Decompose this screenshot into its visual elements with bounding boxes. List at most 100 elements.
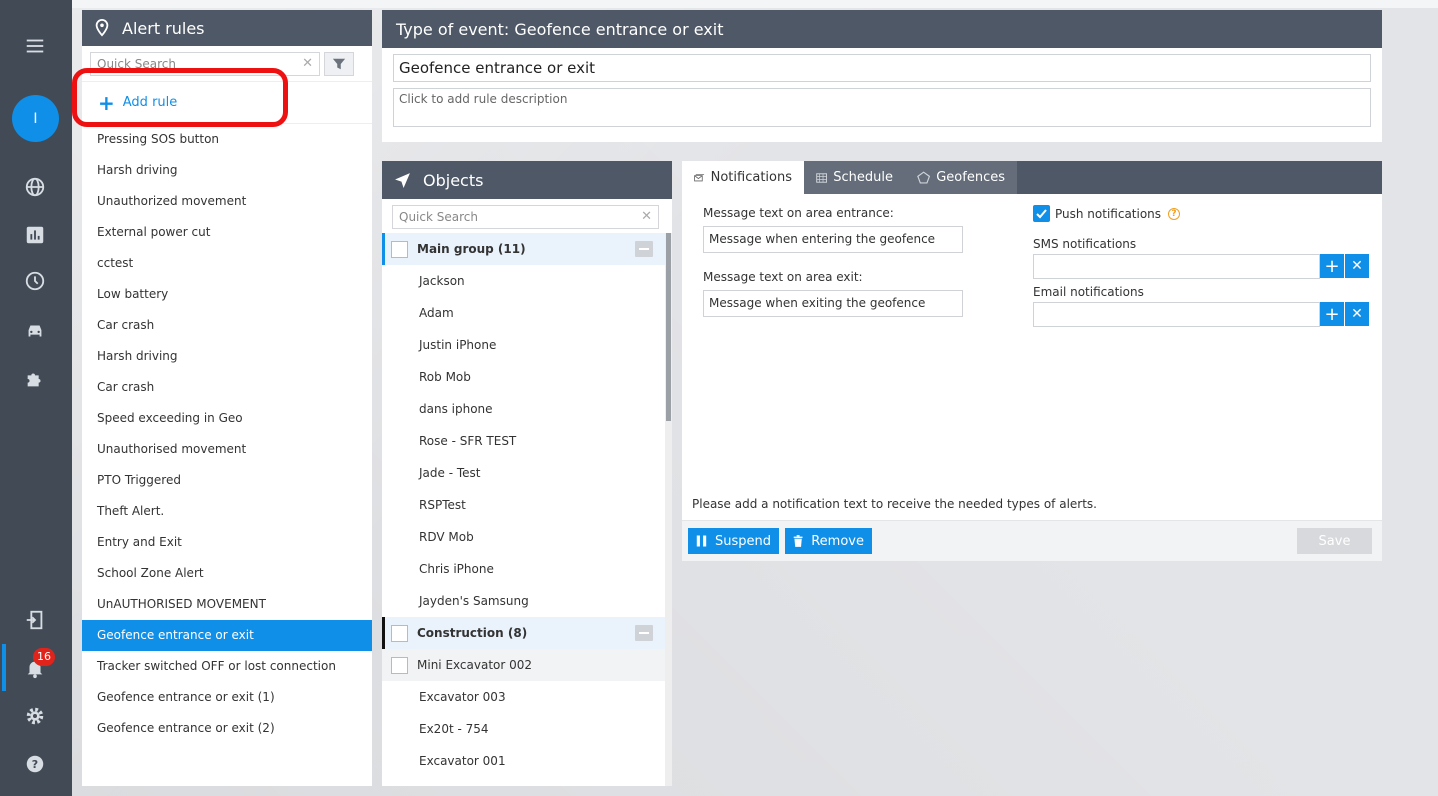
clear-icon[interactable]: ✕ xyxy=(302,56,313,71)
rule-item[interactable]: Car crash xyxy=(82,310,372,341)
tab-notifications[interactable]: Notifications xyxy=(682,161,804,194)
add-email-button[interactable]: + xyxy=(1320,302,1344,326)
tab-label: Notifications xyxy=(710,170,792,185)
rule-item[interactable]: cctest xyxy=(82,248,372,279)
entrance-message-input[interactable]: Message when entering the geofence xyxy=(703,226,963,253)
rule-item[interactable]: Geofence entrance or exit (1) xyxy=(82,682,372,713)
email-notifications-input[interactable] xyxy=(1033,302,1320,327)
save-button[interactable]: Save xyxy=(1297,528,1372,554)
object-item[interactable]: Jayden's Samsung xyxy=(382,585,665,617)
notifications-panel: Notifications Schedule Geofences Message… xyxy=(682,161,1382,561)
gear-icon[interactable] xyxy=(22,703,48,729)
clear-sms-button[interactable]: ✕ xyxy=(1345,254,1369,278)
collapse-icon[interactable] xyxy=(635,625,653,641)
pause-icon xyxy=(696,535,707,547)
rule-item[interactable]: Tracker switched OFF or lost connection xyxy=(82,651,372,682)
event-type-panel: Type of event: Geofence entrance or exit… xyxy=(382,10,1382,142)
rule-item[interactable]: Unauthorised movement xyxy=(82,434,372,465)
rule-item[interactable]: Unauthorized movement xyxy=(82,186,372,217)
rule-item[interactable]: Theft Alert. xyxy=(82,496,372,527)
object-item[interactable]: RSPTest xyxy=(382,489,665,521)
rule-item[interactable]: Pressing SOS button xyxy=(82,124,372,155)
remove-label: Remove xyxy=(811,533,864,549)
left-navigation: I 16 ? xyxy=(0,0,72,796)
object-item[interactable]: RDV Mob xyxy=(382,521,665,553)
object-group-header[interactable]: Construction (8) xyxy=(382,617,665,649)
rule-item[interactable]: Geofence entrance or exit xyxy=(82,620,372,651)
objects-scrollbar[interactable] xyxy=(665,233,672,786)
object-item[interactable]: Rose - SFR TEST xyxy=(382,425,665,457)
add-rule-button[interactable]: + Add rule xyxy=(82,82,372,124)
rule-item[interactable]: School Zone Alert xyxy=(82,558,372,589)
object-item[interactable]: Ex20t - 754 xyxy=(382,713,665,745)
objects-header: Objects xyxy=(382,161,672,199)
check-icon xyxy=(1036,209,1047,219)
scrollbar-thumb[interactable] xyxy=(666,233,671,421)
object-item[interactable]: Chris iPhone xyxy=(382,553,665,585)
object-item[interactable]: dans iphone xyxy=(382,393,665,425)
tab-schedule[interactable]: Schedule xyxy=(804,161,905,194)
puzzle-icon[interactable] xyxy=(22,366,48,392)
object-item[interactable]: Jade - Test xyxy=(382,457,665,489)
help-icon[interactable]: ? xyxy=(22,751,48,777)
object-item[interactable]: Excavator 003 xyxy=(382,681,665,713)
filter-button[interactable] xyxy=(324,51,354,76)
rules-search-row: Quick Search ✕ xyxy=(82,46,372,82)
push-notifications-checkbox[interactable] xyxy=(1033,205,1050,222)
rule-item[interactable]: Low battery xyxy=(82,279,372,310)
logout-icon[interactable] xyxy=(22,607,48,633)
objects-search-input[interactable]: Quick Search ✕ xyxy=(392,205,659,229)
object-item[interactable]: Justin iPhone xyxy=(382,329,665,361)
tab-geofences[interactable]: Geofences xyxy=(905,161,1017,194)
object-item[interactable]: Excavator 001 xyxy=(382,745,665,777)
event-type-title: Type of event: Geofence entrance or exit xyxy=(396,19,724,39)
rule-item[interactable]: Harsh driving xyxy=(82,341,372,372)
rule-item[interactable]: Entry and Exit xyxy=(82,527,372,558)
rule-name-input[interactable]: Geofence entrance or exit xyxy=(393,54,1371,82)
group-name: Construction (8) xyxy=(417,626,528,640)
add-sms-button[interactable]: + xyxy=(1320,254,1344,278)
rule-item[interactable]: PTO Triggered xyxy=(82,465,372,496)
car-icon[interactable] xyxy=(22,318,48,344)
object-checkbox[interactable] xyxy=(391,656,408,674)
rules-search-input[interactable]: Quick Search ✕ xyxy=(90,51,320,76)
rules-list: Pressing SOS button Harsh driving Unauthor… xyxy=(82,124,372,744)
tab-label: Geofences xyxy=(936,170,1005,185)
notification-count-badge: 16 xyxy=(33,648,55,666)
suspend-button[interactable]: Suspend xyxy=(688,528,779,554)
help-circle-icon[interactable]: ? xyxy=(1168,208,1180,220)
pin-icon xyxy=(95,19,109,37)
objects-list: Main group (11) Jackson Adam Justin iPhone R… xyxy=(382,233,665,777)
group-edge-marker xyxy=(382,233,385,265)
avatar[interactable]: I xyxy=(12,95,59,142)
rule-item[interactable]: Geofence entrance or exit (2) xyxy=(82,713,372,744)
object-item[interactable]: Mini Excavator 002 xyxy=(382,649,665,681)
object-item[interactable]: Rob Mob xyxy=(382,361,665,393)
exit-message-label: Message text on area exit: xyxy=(703,270,863,284)
clear-icon[interactable]: ✕ xyxy=(641,209,652,224)
rule-description-input[interactable]: Click to add rule description xyxy=(393,88,1371,127)
sms-notifications-input[interactable] xyxy=(1033,254,1320,279)
rule-item[interactable]: UnAUTHORISED MOVEMENT xyxy=(82,589,372,620)
clear-email-button[interactable]: ✕ xyxy=(1345,302,1369,326)
group-checkbox[interactable] xyxy=(391,624,408,642)
plus-icon: + xyxy=(98,90,115,115)
menu-icon[interactable] xyxy=(22,33,48,59)
group-checkbox[interactable] xyxy=(391,240,408,258)
object-item[interactable]: Jackson xyxy=(382,265,665,297)
exit-message-input[interactable]: Message when exiting the geofence xyxy=(703,290,963,317)
clock-icon[interactable] xyxy=(22,268,48,294)
rule-item[interactable]: Car crash xyxy=(82,372,372,403)
rule-item[interactable]: External power cut xyxy=(82,217,372,248)
chart-icon[interactable] xyxy=(22,222,48,248)
envelope-icon xyxy=(694,173,705,181)
group-name: Main group (11) xyxy=(417,242,526,256)
collapse-icon[interactable] xyxy=(635,241,653,257)
object-item[interactable]: Adam xyxy=(382,297,665,329)
globe-icon[interactable] xyxy=(22,174,48,200)
rule-item[interactable]: Speed exceeding in Geo xyxy=(82,403,372,434)
remove-button[interactable]: Remove xyxy=(785,528,872,554)
top-strip xyxy=(72,0,1438,8)
rule-item[interactable]: Harsh driving xyxy=(82,155,372,186)
object-group-header[interactable]: Main group (11) xyxy=(382,233,665,265)
